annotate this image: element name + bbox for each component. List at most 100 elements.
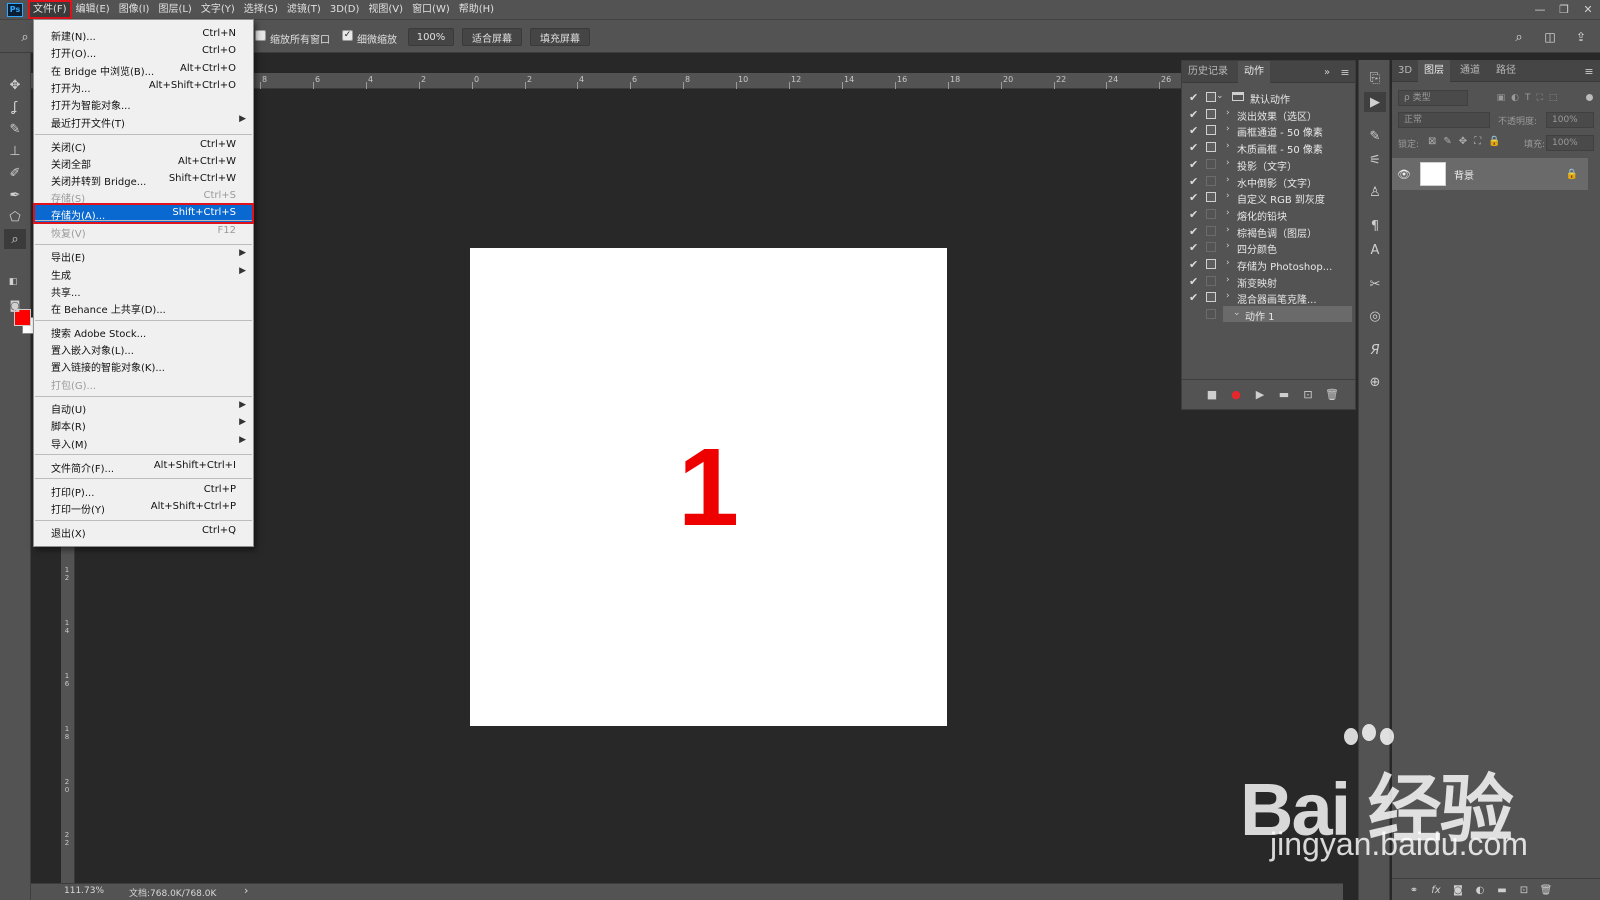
file-menu-item-revert[interactable]: 恢复(V) F12 <box>35 223 252 240</box>
chevron-right-icon[interactable]: › <box>1226 241 1230 251</box>
file-menu-item-place-embedded[interactable]: 置入嵌入对象(L)... <box>35 340 252 357</box>
fill-input[interactable]: 100% <box>1546 135 1594 151</box>
checkmark-icon[interactable]: ✔ <box>1189 275 1198 288</box>
chevron-right-icon[interactable]: › <box>1226 258 1230 268</box>
tab-layers[interactable]: 图层 <box>1418 60 1450 82</box>
file-menu-item-browse-in-bridge[interactable]: 在 Bridge 中浏览(B)... Alt+Ctrl+O <box>35 61 252 78</box>
new-set-folder-icon[interactable]: ▬ <box>1276 386 1292 402</box>
fill-screen-button[interactable]: 填充屏幕 <box>530 28 590 46</box>
filter-type-icons[interactable]: ▣◐T⛶⬚ <box>1480 90 1580 106</box>
quick-select-tool-icon[interactable]: ✎ <box>4 119 26 139</box>
dialog-toggle-icon[interactable] <box>1206 276 1216 286</box>
checkmark-icon[interactable]: ✔ <box>1189 158 1198 171</box>
action-row[interactable]: ✔ › 木质画框 - 50 像素 <box>1182 139 1355 156</box>
dialog-toggle-icon[interactable] <box>1206 309 1216 319</box>
shape-tool-icon[interactable]: ⬠ <box>4 207 26 227</box>
brush-settings-icon[interactable]: ✎ <box>1364 126 1386 146</box>
file-menu-item-automate[interactable]: 自动(U) ▶ <box>35 399 252 416</box>
action-row[interactable]: ✔ › 水中倒影（文字） <box>1182 173 1355 190</box>
action-row[interactable]: ✔ › 自定义 RGB 到灰度 <box>1182 189 1355 206</box>
action-row[interactable]: ✔ › 渐变映射 <box>1182 273 1355 290</box>
tab-3d[interactable]: 3D <box>1392 60 1418 82</box>
chevron-down-icon[interactable]: ⌄ <box>1216 91 1224 101</box>
file-menu-item-print-one-copy[interactable]: 打印一份(Y) Alt+Shift+Ctrl+P <box>35 499 252 516</box>
tool-presets-icon[interactable]: ✂ <box>1364 274 1386 294</box>
checkmark-icon[interactable]: ✔ <box>1189 291 1198 304</box>
document-canvas[interactable]: 1 <box>470 248 947 726</box>
file-menu-item-recent-files[interactable]: 最近打开文件(T) ▶ <box>35 113 252 130</box>
checkmark-icon[interactable]: ✔ <box>1189 225 1198 238</box>
chevron-right-icon[interactable]: › <box>1226 291 1230 301</box>
history-brush-tool-icon[interactable]: ✐ <box>4 163 26 183</box>
resize-windows-checkbox[interactable] <box>255 30 266 41</box>
new-layer-icon[interactable]: ⊡ <box>1516 882 1532 898</box>
minimize-button[interactable]: — <box>1528 0 1552 19</box>
checkmark-icon[interactable]: ✔ <box>1189 258 1198 271</box>
file-menu-item-close[interactable]: 关闭(C) Ctrl+W <box>35 137 252 154</box>
trash-icon[interactable]: 🗑 <box>1538 882 1554 898</box>
close-button[interactable]: ✕ <box>1576 0 1600 19</box>
checkmark-icon[interactable]: ✔ <box>1189 175 1198 188</box>
layer-filter-select[interactable]: ρ 类型 <box>1398 90 1468 106</box>
layer-style-icon[interactable]: fx <box>1428 882 1444 898</box>
scrubby-zoom-checkbox[interactable]: ✓ <box>342 30 353 41</box>
checkmark-icon[interactable]: ✔ <box>1189 191 1198 204</box>
default-colors-icon[interactable]: ◧ <box>6 275 20 289</box>
dialog-toggle-icon[interactable] <box>1206 92 1216 102</box>
dialog-toggle-icon[interactable] <box>1206 125 1216 135</box>
dialog-toggle-icon[interactable] <box>1206 292 1216 302</box>
checkmark-icon[interactable]: ✔ <box>1189 208 1198 221</box>
opacity-input[interactable]: 100% <box>1546 112 1594 128</box>
action-row[interactable]: ✔ › 存储为 Photoshop... <box>1182 256 1355 273</box>
file-menu-item-scripts[interactable]: 脚本(R) ▶ <box>35 416 252 433</box>
action-row[interactable]: ✔ › 熔化的铅块 <box>1182 206 1355 223</box>
history-panel-icon[interactable]: ⎘ <box>1364 68 1386 88</box>
lasso-tool-icon[interactable]: ʆ <box>4 97 26 117</box>
eye-visibility-icon[interactable]: 👁 <box>1396 166 1412 182</box>
properties-icon[interactable]: ⊕ <box>1364 372 1386 392</box>
panel-menu-icon[interactable]: ≡ <box>1582 63 1596 79</box>
checkmark-icon[interactable]: ✔ <box>1189 91 1198 104</box>
file-menu-item-export[interactable]: 导出(E) ▶ <box>35 247 252 264</box>
layer-row-background[interactable]: 👁 背景 🔒 <box>1392 158 1588 190</box>
quick-mask-icon[interactable]: ◙ <box>4 295 26 315</box>
action-row[interactable]: ✔ › 混合器画笔克隆... <box>1182 289 1355 306</box>
zoom-level-button[interactable]: 100% <box>408 28 454 46</box>
action-row[interactable]: ✔ › 棕褐色调（图层） <box>1182 223 1355 240</box>
clone-source-icon[interactable]: ♙ <box>1364 182 1386 202</box>
action-row[interactable]: ✔ › 淡出效果（选区） <box>1182 106 1355 123</box>
new-action-icon[interactable]: ⊡ <box>1300 386 1316 402</box>
dialog-toggle-icon[interactable] <box>1206 226 1216 236</box>
checkmark-icon[interactable]: ✔ <box>1189 124 1198 137</box>
chevron-down-icon[interactable]: ⌄ <box>1233 308 1241 318</box>
status-menu-arrow[interactable]: › <box>244 884 248 897</box>
chevron-right-icon[interactable]: › <box>1226 108 1230 118</box>
file-menu-item-place-linked[interactable]: 置入链接的智能对象(K)... <box>35 357 252 374</box>
glyphs-icon[interactable]: Я <box>1364 340 1386 360</box>
dialog-toggle-icon[interactable] <box>1206 109 1216 119</box>
file-menu-item-new[interactable]: 新建(N)... Ctrl+N <box>35 26 252 43</box>
actions-panel-icon[interactable]: ▶ <box>1364 92 1386 112</box>
adjustments-icon[interactable]: ⚟ <box>1364 150 1386 170</box>
zoom-tool-icon[interactable]: ⌕ <box>16 28 34 46</box>
menu-window[interactable]: 窗口(W) <box>408 1 454 18</box>
menu-help[interactable]: 帮助(H) <box>455 1 498 18</box>
tab-history[interactable]: 历史记录 <box>1182 61 1234 83</box>
dialog-toggle-icon[interactable] <box>1206 209 1216 219</box>
menu-layer[interactable]: 图层(L) <box>154 1 195 18</box>
dialog-toggle-icon[interactable] <box>1206 192 1216 202</box>
search-icon[interactable]: ⌕ <box>1510 28 1528 46</box>
filter-toggle-icon[interactable] <box>1586 94 1593 101</box>
restore-button[interactable]: ❐ <box>1552 0 1576 19</box>
file-menu-item-package[interactable]: 打包(G)... <box>35 375 252 392</box>
tab-paths[interactable]: 路径 <box>1490 60 1522 82</box>
collapse-panel-icon[interactable]: » <box>1320 64 1334 80</box>
chevron-right-icon[interactable]: › <box>1226 208 1230 218</box>
workspace-icon[interactable]: ◫ <box>1540 28 1560 46</box>
checkmark-icon[interactable]: ✔ <box>1189 241 1198 254</box>
record-icon[interactable]: ● <box>1228 386 1244 402</box>
adjustment-layer-icon[interactable]: ◐ <box>1472 882 1488 898</box>
link-layers-icon[interactable]: ⚭ <box>1406 882 1422 898</box>
chevron-right-icon[interactable]: › <box>1226 275 1230 285</box>
checkmark-icon[interactable]: ✔ <box>1189 141 1198 154</box>
